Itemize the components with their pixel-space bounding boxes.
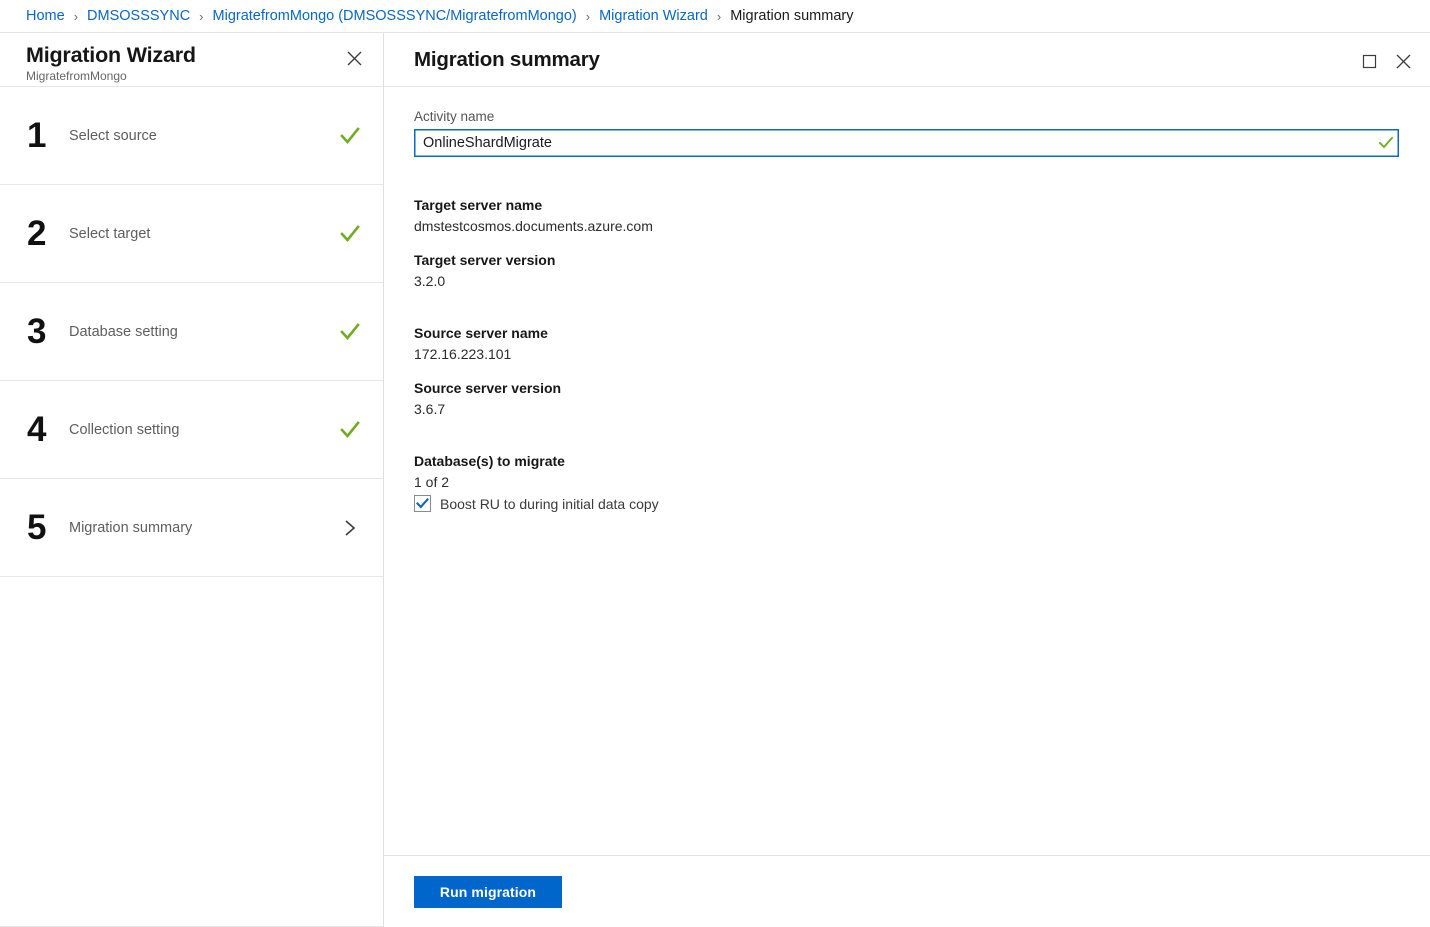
check-icon: [340, 420, 360, 438]
step-number: 1: [27, 115, 46, 155]
summary-key: Database(s) to migrate: [414, 453, 565, 469]
summary-key: Source server name: [414, 325, 548, 341]
panel-header-actions: [1356, 45, 1416, 74]
boost-ru-label: Boost RU to during initial data copy: [440, 495, 659, 512]
wizard-step-collection-setting[interactable]: 4 Collection setting: [0, 381, 383, 479]
wizard-steps: 1 Select source 2 Select target 3 Databa…: [0, 87, 383, 577]
summary-item-target-server-name: Target server name dmstestcosmos.documen…: [414, 195, 1400, 236]
maximize-icon: [1362, 54, 1376, 68]
summary-item-target-server-version: Target server version 3.2.0: [414, 250, 1400, 291]
step-status: [339, 126, 361, 146]
migration-wizard-panel: Migration Wizard MigratefromMongo 1 Sele…: [0, 33, 384, 927]
step-label: Select target: [69, 225, 151, 242]
breadcrumb-separator: ›: [199, 8, 204, 24]
step-status: [339, 518, 361, 538]
breadcrumb-separator: ›: [716, 8, 722, 24]
wizard-title: Migration Wizard: [26, 43, 196, 67]
check-icon: [340, 224, 360, 242]
summary-value: dmstestcosmos.documents.azure.com: [414, 218, 653, 234]
step-number: 5: [27, 507, 46, 547]
activity-name-input[interactable]: [415, 130, 1374, 156]
breadcrumb-item-migration-wizard[interactable]: Migration Wizard: [599, 8, 708, 24]
step-status: [339, 420, 361, 440]
page-title: Migration summary: [414, 47, 600, 71]
check-icon: [1378, 136, 1394, 149]
step-label: Select source: [69, 127, 157, 144]
step-number: 4: [27, 409, 46, 449]
panel-maximize-button[interactable]: [1356, 48, 1382, 74]
summary-item-source-server-version: Source server version 3.6.7: [414, 378, 1400, 419]
breadcrumb-item-home[interactable]: Home: [26, 8, 65, 24]
step-status: [339, 322, 361, 342]
summary-value: 3.6.7: [414, 401, 446, 417]
main-shell: Migration Wizard MigratefromMongo 1 Sele…: [0, 33, 1430, 927]
wizard-header: Migration Wizard MigratefromMongo: [0, 33, 383, 87]
check-icon: [340, 126, 360, 144]
close-icon: [347, 51, 361, 65]
wizard-empty-area: [0, 577, 383, 927]
summary-item-databases-to-migrate: Database(s) to migrate 1 of 2 Boost RU t…: [414, 451, 1400, 512]
panel-close-button[interactable]: [1390, 48, 1416, 74]
summary-key: Target server version: [414, 252, 556, 268]
panel-footer: Run migration: [384, 855, 1430, 927]
close-icon: [1396, 54, 1410, 68]
breadcrumb-item-dmsosssync[interactable]: DMSOSSSYNC: [87, 8, 190, 24]
breadcrumb-item-current: Migration summary: [730, 8, 854, 24]
breadcrumb-separator: ›: [585, 8, 591, 24]
summary-value: 172.16.223.101: [414, 346, 512, 362]
boost-ru-checkbox-row[interactable]: Boost RU to during initial data copy: [414, 495, 659, 512]
wizard-step-migration-summary[interactable]: 5 Migration summary: [0, 479, 383, 577]
step-label: Database setting: [69, 323, 178, 340]
activity-name-validation: [1374, 136, 1398, 150]
summary-key: Source server version: [414, 380, 562, 396]
breadcrumb-item-migratefrommongo[interactable]: MigratefromMongo (DMSOSSSYNC/Migratefrom…: [213, 8, 577, 24]
step-number: 3: [27, 311, 46, 351]
run-migration-button[interactable]: Run migration: [414, 876, 562, 908]
wizard-step-database-setting[interactable]: 3 Database setting: [0, 283, 383, 381]
check-icon: [340, 322, 360, 340]
panel-body: Activity name Target server name dmstest…: [384, 87, 1430, 855]
breadcrumb-separator: ›: [73, 8, 79, 24]
migration-summary-panel: Migration summary Activity name OnlineSh…: [384, 33, 1430, 927]
summary-value: 1 of 2: [414, 474, 450, 490]
wizard-subtitle: MigratefromMongo: [26, 69, 127, 83]
wizard-header-text: Migration Wizard MigratefromMongo: [26, 42, 196, 83]
activity-name-label: Activity name: [414, 109, 495, 124]
wizard-close-button[interactable]: [341, 45, 367, 71]
step-label: Migration summary: [69, 519, 193, 536]
summary-value: 3.2.0: [414, 273, 446, 289]
activity-name-field[interactable]: [414, 129, 1399, 157]
boost-ru-checkbox[interactable]: [414, 495, 431, 512]
breadcrumb: Home › DMSOSSSYNC › MigratefromMongo (DM…: [0, 0, 1430, 33]
summary-list: Target server name dmstestcosmos.documen…: [414, 195, 1400, 512]
panel-header: Migration summary: [384, 33, 1430, 87]
check-icon: [416, 498, 429, 509]
step-status: [339, 224, 361, 244]
wizard-step-select-target[interactable]: 2 Select target: [0, 185, 383, 283]
step-label: Collection setting: [69, 421, 180, 438]
step-number: 2: [27, 213, 46, 253]
chevron-right-icon: [345, 519, 356, 536]
summary-item-source-server-name: Source server name 172.16.223.101: [414, 323, 1400, 364]
summary-key: Target server name: [414, 197, 543, 213]
wizard-step-select-source[interactable]: 1 Select source: [0, 87, 383, 185]
